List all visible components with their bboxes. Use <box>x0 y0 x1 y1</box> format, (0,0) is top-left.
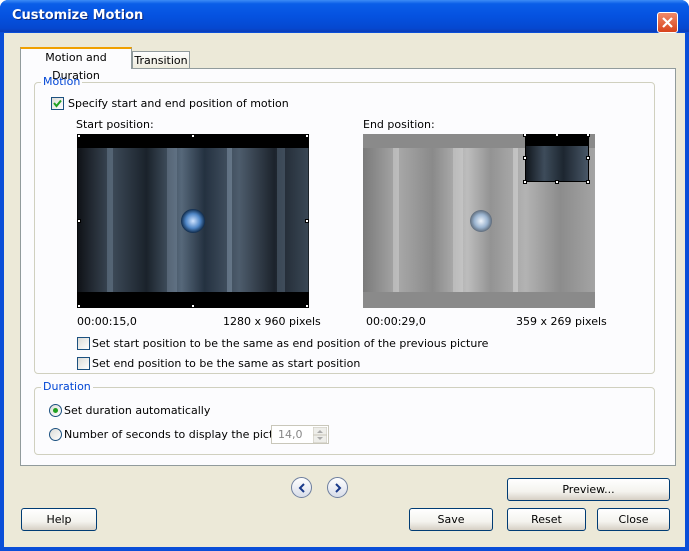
save-button-label: Save <box>437 513 465 526</box>
title-bar[interactable]: Customize Motion <box>0 0 689 33</box>
resize-handle[interactable] <box>191 134 195 138</box>
resize-handle[interactable] <box>77 134 81 138</box>
dialog-window: Customize Motion Motion and Duration Tra… <box>0 0 689 551</box>
tab-transition-label: Transition <box>134 54 188 67</box>
resize-handle[interactable] <box>523 134 527 137</box>
duration-auto-radio[interactable] <box>49 404 62 417</box>
seconds-value: 14,0 <box>278 428 303 441</box>
start-position-preview[interactable] <box>77 134 309 308</box>
motion-group: Motion Specify start and end position of… <box>34 75 655 374</box>
duration-manual-radio[interactable] <box>49 428 62 441</box>
resize-handle[interactable] <box>191 304 195 308</box>
end-same-as-start-label: Set end position to be the same as start… <box>92 357 361 370</box>
tab-motion-and-duration[interactable]: Motion and Duration <box>20 47 132 82</box>
spin-arrows-icon[interactable] <box>313 427 327 443</box>
reset-button-label: Reset <box>531 513 562 526</box>
dialog-client-area: Motion and Duration Transition Motion Sp… <box>4 33 685 547</box>
resize-handle[interactable] <box>523 180 527 184</box>
end-same-as-start-checkbox[interactable] <box>77 357 90 370</box>
start-position-label: Start position: <box>76 118 154 131</box>
chevron-left-icon <box>298 483 305 493</box>
start-preview-image <box>77 134 309 308</box>
radio-selected-dot <box>53 408 58 413</box>
tab-panel: Motion Specify start and end position of… <box>20 68 676 466</box>
resize-handle[interactable] <box>77 304 81 308</box>
reset-button[interactable]: Reset <box>507 508 586 531</box>
end-time: 00:00:29,0 <box>366 315 426 328</box>
resize-handle[interactable] <box>555 180 559 184</box>
seconds-spinbox[interactable]: 14,0 <box>271 425 329 444</box>
resize-handle[interactable] <box>305 134 309 138</box>
save-button[interactable]: Save <box>409 508 493 531</box>
close-button[interactable]: Close <box>597 508 670 531</box>
specify-motion-checkbox[interactable] <box>51 97 64 110</box>
tab-motion-and-duration-label: Motion and Duration <box>45 51 107 82</box>
help-button-label: Help <box>46 513 72 526</box>
duration-group-title: Duration <box>41 380 93 393</box>
same-as-previous-label: Set start position to be the same as end… <box>92 337 489 350</box>
same-as-previous-checkbox[interactable] <box>77 337 90 350</box>
preview-button-label: Preview... <box>562 483 615 496</box>
end-position-label: End position: <box>363 118 435 131</box>
specify-motion-label: Specify start and end position of motion <box>68 97 289 110</box>
duration-auto-label: Set duration automatically <box>64 404 211 417</box>
window-title: Customize Motion <box>12 8 144 23</box>
end-position-preview[interactable] <box>363 134 595 308</box>
resize-handle[interactable] <box>586 156 590 160</box>
end-size: 359 x 269 pixels <box>516 315 607 328</box>
close-window-button[interactable] <box>657 12 678 33</box>
duration-group: Duration Set duration automatically Numb… <box>34 380 655 455</box>
checkmark-icon <box>53 99 62 108</box>
help-button[interactable]: Help <box>21 508 97 531</box>
resize-handle[interactable] <box>586 180 590 184</box>
end-preview-image <box>363 134 595 308</box>
resize-handle[interactable] <box>77 219 81 223</box>
resize-handle[interactable] <box>305 219 309 223</box>
resize-handle[interactable] <box>523 156 527 160</box>
next-picture-button[interactable] <box>327 477 348 498</box>
resize-handle[interactable] <box>555 134 559 137</box>
chevron-right-icon <box>335 483 342 493</box>
close-button-label: Close <box>618 513 649 526</box>
start-size: 1280 x 960 pixels <box>223 315 321 328</box>
resize-handle[interactable] <box>305 304 309 308</box>
start-time: 00:00:15,0 <box>77 315 137 328</box>
previous-picture-button[interactable] <box>291 477 312 498</box>
close-icon <box>662 17 673 28</box>
resize-handle[interactable] <box>586 134 590 137</box>
preview-button[interactable]: Preview... <box>507 478 670 501</box>
duration-manual-label: Number of seconds to display the picture <box>64 428 292 441</box>
